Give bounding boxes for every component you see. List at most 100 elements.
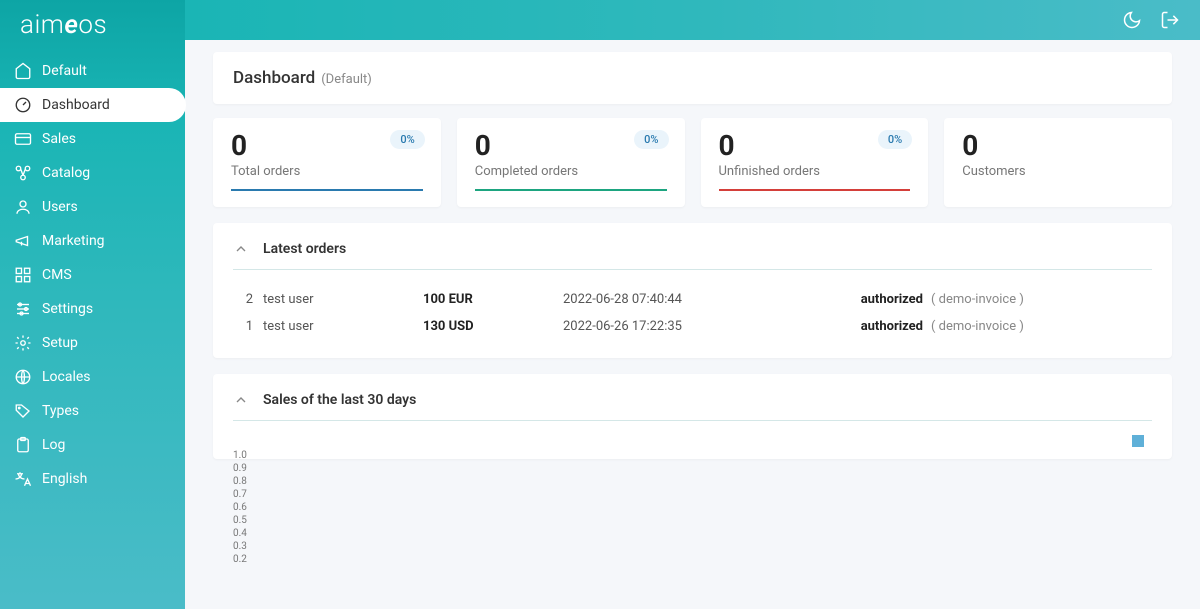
- stat-card: 0%0Total orders: [213, 118, 441, 207]
- y-tick-label: 0.9: [233, 462, 247, 475]
- sidebar-item-label: Types: [42, 403, 79, 419]
- sidebar-item-setup[interactable]: Setup: [0, 326, 185, 360]
- user-icon: [14, 198, 32, 216]
- megaphone-icon: [14, 232, 32, 250]
- sidebar-item-cms[interactable]: CMS: [0, 258, 185, 292]
- sidebar-item-label: CMS: [42, 267, 72, 283]
- stats-row: 0%0Total orders0%0Completed orders0%0Unf…: [213, 118, 1172, 207]
- stat-underline: [231, 189, 423, 191]
- page-title: Dashboard: [233, 68, 315, 88]
- sidebar-item-label: Sales: [42, 131, 76, 147]
- sidebar-item-label: Locales: [42, 369, 91, 385]
- sidebar-item-settings[interactable]: Settings: [0, 292, 185, 326]
- sidebar-item-sales[interactable]: Sales: [0, 122, 185, 156]
- chevron-up-icon[interactable]: [233, 241, 249, 257]
- gauge-icon: [14, 96, 32, 114]
- home-icon: [14, 62, 32, 80]
- stat-badge: 0%: [878, 130, 912, 149]
- stat-card: 0 Customers: [944, 118, 1172, 207]
- stat-label: Customers: [962, 164, 1154, 179]
- grid-icon: [14, 266, 32, 284]
- clipboard-icon: [14, 436, 32, 454]
- y-tick-label: 0.3: [233, 540, 247, 553]
- sidebar-item-label: English: [42, 471, 87, 487]
- order-status: authorized: [823, 319, 923, 334]
- sidebar: aimeos Default Dashboard Sales Catalog Users…: [0, 0, 185, 609]
- sidebar-item-label: Default: [42, 63, 87, 79]
- sidebar-item-english[interactable]: English: [0, 462, 185, 496]
- dark-mode-icon[interactable]: [1122, 10, 1142, 30]
- main-content: Dashboard (Default) 0%0Total orders0%0Co…: [185, 40, 1200, 609]
- orders-table: 2test user100 EUR2022-06-28 07:40:44auth…: [233, 286, 1152, 340]
- sidebar-item-log[interactable]: Log: [0, 428, 185, 462]
- gear-icon: [14, 334, 32, 352]
- nav: Default Dashboard Sales Catalog Users Marketi…: [0, 54, 185, 609]
- sidebar-item-label: Dashboard: [42, 97, 110, 113]
- sidebar-item-label: Catalog: [42, 165, 90, 181]
- table-row[interactable]: 2test user100 EUR2022-06-28 07:40:44auth…: [233, 286, 1152, 313]
- stat-value: 0: [962, 132, 1154, 160]
- sidebar-item-label: Users: [42, 199, 78, 215]
- sidebar-item-label: Log: [42, 437, 65, 453]
- y-tick-label: 0.2: [233, 553, 247, 566]
- tag-icon: [14, 402, 32, 420]
- legend-square: [1132, 435, 1144, 447]
- chevron-up-icon[interactable]: [233, 392, 249, 408]
- order-date: 2022-06-28 07:40:44: [563, 292, 823, 307]
- sidebar-item-marketing[interactable]: Marketing: [0, 224, 185, 258]
- stat-underline: [719, 189, 911, 191]
- order-invoice: ( demo-invoice ): [923, 319, 1152, 334]
- sidebar-item-dashboard[interactable]: Dashboard: [0, 88, 186, 122]
- stat-card: 0%0Unfinished orders: [701, 118, 929, 207]
- sidebar-item-label: Setup: [42, 335, 78, 351]
- order-amount: 130 USD: [423, 319, 563, 334]
- page-subtitle: (Default): [321, 72, 372, 87]
- y-tick-label: 0.4: [233, 527, 247, 540]
- stat-badge: 0%: [634, 130, 668, 149]
- sidebar-item-label: Marketing: [42, 233, 105, 249]
- panel-header[interactable]: Latest orders: [233, 241, 1152, 270]
- panel-title: Sales of the last 30 days: [263, 392, 416, 408]
- logo: aimeos: [0, 0, 185, 54]
- y-tick-label: 1.0: [233, 449, 247, 462]
- order-date: 2022-06-26 17:22:35: [563, 319, 823, 334]
- y-tick-label: 0.5: [233, 514, 247, 527]
- order-user: test user: [263, 292, 423, 307]
- panel-header[interactable]: Sales of the last 30 days: [233, 392, 1152, 421]
- sidebar-item-catalog[interactable]: Catalog: [0, 156, 185, 190]
- logout-icon[interactable]: [1160, 10, 1180, 30]
- table-row[interactable]: 1test user130 USD2022-06-26 17:22:35auth…: [233, 313, 1152, 340]
- sidebar-item-default[interactable]: Default: [0, 54, 185, 88]
- order-id: 1: [233, 319, 263, 334]
- order-invoice: ( demo-invoice ): [923, 292, 1152, 307]
- stat-underline: [475, 189, 667, 191]
- nodes-icon: [14, 164, 32, 182]
- y-tick-label: 0.6: [233, 501, 247, 514]
- stat-label: Total orders: [231, 164, 423, 179]
- order-status: authorized: [823, 292, 923, 307]
- stat-label: Unfinished orders: [719, 164, 911, 179]
- y-tick-label: 0.8: [233, 475, 247, 488]
- stat-label: Completed orders: [475, 164, 667, 179]
- order-id: 2: [233, 292, 263, 307]
- stat-badge: 0%: [390, 130, 424, 149]
- sidebar-item-label: Settings: [42, 301, 93, 317]
- y-axis-labels: 1.00.90.80.70.60.50.40.30.2: [233, 449, 247, 566]
- language-icon: [14, 470, 32, 488]
- sales-chart-panel: Sales of the last 30 days 1.00.90.80.70.…: [213, 374, 1172, 459]
- card-icon: [14, 130, 32, 148]
- panel-title: Latest orders: [263, 241, 346, 257]
- sidebar-item-types[interactable]: Types: [0, 394, 185, 428]
- sidebar-item-users[interactable]: Users: [0, 190, 185, 224]
- sidebar-item-locales[interactable]: Locales: [0, 360, 185, 394]
- stat-card: 0%0Completed orders: [457, 118, 685, 207]
- order-user: test user: [263, 319, 423, 334]
- topbar: [185, 0, 1200, 40]
- breadcrumb: Dashboard (Default): [213, 52, 1172, 104]
- sliders-icon: [14, 300, 32, 318]
- latest-orders-panel: Latest orders 2test user100 EUR2022-06-2…: [213, 223, 1172, 358]
- order-amount: 100 EUR: [423, 292, 563, 307]
- y-tick-label: 0.7: [233, 488, 247, 501]
- globe-icon: [14, 368, 32, 386]
- stat-underline: [962, 189, 1154, 191]
